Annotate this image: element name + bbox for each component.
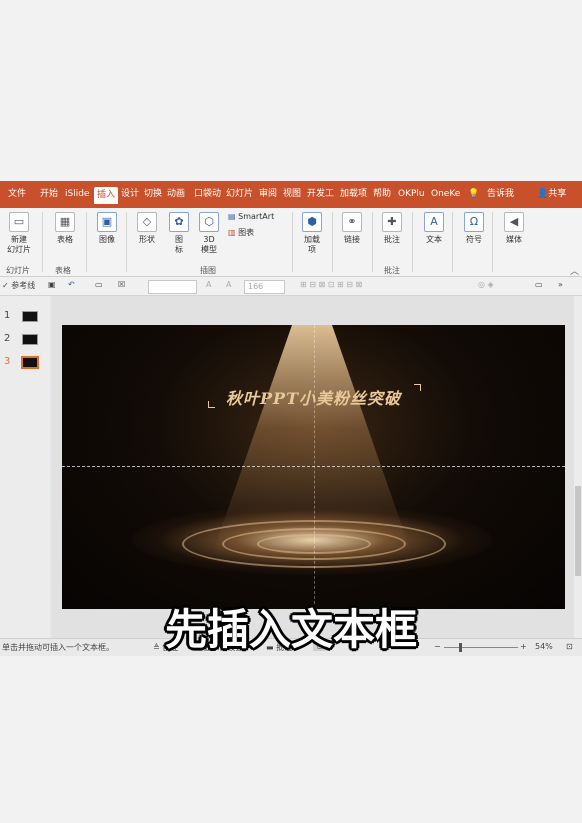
- align-icon[interactable]: ⊞ ⊟ ⊠ ⊡ ⊞ ⊟ ⊠: [300, 280, 362, 289]
- tab-onekey[interactable]: OneKe: [431, 186, 460, 203]
- smartart-icon: ▤: [228, 212, 236, 221]
- media-button[interactable]: ◀ 媒体: [500, 212, 528, 245]
- tab-slideshow[interactable]: 幻灯片: [226, 186, 253, 203]
- speaker-icon: ◀: [504, 212, 524, 232]
- thumbnail-image: [21, 356, 39, 369]
- slide-thumbnails: 1 2 3: [0, 296, 50, 642]
- share-button[interactable]: 👤共享: [537, 186, 566, 203]
- ribbon-insert: ▭ 新建 幻灯片 ▦ 表格 ▣ 图像 ◇ 形状 ✿ 图 标 ⬡ 3D 模型 ▤ …: [0, 208, 582, 277]
- tab-okplus[interactable]: OKPlu: [398, 186, 425, 203]
- icons-button[interactable]: ✿ 图 标: [166, 212, 192, 255]
- tab-islide[interactable]: iSlide: [65, 186, 89, 203]
- shapes-icon: ◇: [137, 212, 157, 232]
- link-icon: ⚭: [342, 212, 362, 232]
- ribbon-separator: [372, 212, 373, 272]
- comment-icon: ✚: [382, 212, 402, 232]
- tab-file[interactable]: 文件: [8, 186, 26, 203]
- tab-developer[interactable]: 开发工: [307, 186, 334, 203]
- person-icon: 👤: [537, 189, 549, 199]
- ribbon-separator: [86, 212, 87, 272]
- tab-insert[interactable]: 插入: [94, 187, 119, 204]
- ribbon-separator: [412, 212, 413, 272]
- tell-me-search[interactable]: 告诉我: [487, 186, 514, 203]
- vertical-guide[interactable]: [314, 325, 315, 609]
- tab-design[interactable]: 设计: [121, 186, 139, 203]
- addins-button[interactable]: ⬢ 加载 项: [298, 212, 326, 255]
- collapse-ribbon-icon[interactable]: ︿: [570, 264, 579, 277]
- powerpoint-window: 文件 开始 iSlide 插入 设计 切换 动画 口袋动 幻灯片 审阅 视图 开…: [0, 181, 582, 656]
- increase-font-icon[interactable]: A: [206, 280, 211, 289]
- new-slide-icon: ▭: [9, 212, 29, 232]
- shape-outline-icon[interactable]: ▭: [535, 280, 543, 289]
- group-label-comments: 批注: [384, 266, 400, 275]
- new-slide-button[interactable]: ▭ 新建 幻灯片: [4, 212, 34, 255]
- table-icon: ▦: [55, 212, 75, 232]
- quick-toolbar: ✓ 参考线 ▣ ↶ ▭ ☒ A A 166 ⊞ ⊟ ⊠ ⊡ ⊞ ⊟ ⊠ ◎ ◈ …: [0, 277, 582, 296]
- image-icon: ▣: [97, 212, 117, 232]
- thumbnail-image: [22, 311, 38, 322]
- save-icon[interactable]: ▣: [48, 280, 56, 289]
- symbols-button[interactable]: Ω 符号: [460, 212, 488, 245]
- menu-bar: 文件 开始 iSlide 插入 设计 切换 动画 口袋动 幻灯片 审阅 视图 开…: [0, 181, 582, 208]
- tab-review[interactable]: 审阅: [259, 186, 277, 203]
- format-icon[interactable]: ▭: [95, 280, 103, 289]
- ribbon-separator: [492, 212, 493, 272]
- clear-icon[interactable]: ☒: [118, 280, 125, 289]
- chart-icon: ▥: [228, 228, 236, 237]
- addins-icon: ⬢: [302, 212, 322, 232]
- smartart-button[interactable]: ▤ SmartArt: [228, 212, 288, 222]
- slide-canvas[interactable]: 秋叶PPT小美粉丝突破: [62, 325, 565, 609]
- icons-icon: ✿: [169, 212, 189, 232]
- link-button[interactable]: ⚭ 链接: [338, 212, 366, 245]
- 3d-model-button[interactable]: ⬡ 3D 模型: [196, 212, 222, 255]
- undo-icon[interactable]: ↶: [68, 280, 75, 289]
- ribbon-separator: [332, 212, 333, 272]
- text-icon: A: [424, 212, 444, 232]
- tab-pocket-animation[interactable]: 口袋动: [194, 186, 221, 203]
- text-button[interactable]: A 文本: [420, 212, 448, 245]
- tab-addins[interactable]: 加载项: [340, 186, 367, 203]
- arrange-icon[interactable]: ◎ ◈: [478, 280, 494, 289]
- slide-editor: 秋叶PPT小美粉丝突破: [52, 296, 574, 642]
- vertical-scrollbar[interactable]: [574, 296, 582, 642]
- slide-title[interactable]: 秋叶PPT小美粉丝突破: [62, 385, 565, 409]
- comment-button[interactable]: ✚ 批注: [378, 212, 406, 245]
- tab-view[interactable]: 视图: [283, 186, 301, 203]
- tab-home[interactable]: 开始: [40, 186, 58, 203]
- ribbon-separator: [452, 212, 453, 272]
- table-button[interactable]: ▦ 表格: [52, 212, 78, 245]
- lightbulb-icon: 💡: [468, 189, 480, 199]
- more-icon[interactable]: »: [558, 280, 563, 289]
- group-label-illustrations: 插图: [200, 266, 216, 275]
- guides-checkbox[interactable]: ✓ 参考线: [2, 280, 35, 291]
- tab-animations[interactable]: 动画: [167, 186, 185, 203]
- font-size-select[interactable]: 166: [244, 280, 285, 294]
- tab-help[interactable]: 帮助: [373, 186, 391, 203]
- decrease-font-icon[interactable]: A: [226, 280, 231, 289]
- image-button[interactable]: ▣ 图像: [94, 212, 120, 245]
- tab-transitions[interactable]: 切换: [144, 186, 162, 203]
- cube-icon: ⬡: [199, 212, 219, 232]
- font-name-select[interactable]: [148, 280, 197, 294]
- ribbon-separator: [292, 212, 293, 272]
- shapes-button[interactable]: ◇ 形状: [134, 212, 160, 245]
- group-label-tables: 表格: [55, 266, 71, 275]
- scrollbar-thumb[interactable]: [575, 486, 581, 576]
- group-label-slides: 幻灯片: [6, 266, 30, 275]
- chart-button[interactable]: ▥ 图表: [228, 228, 288, 238]
- ribbon-separator: [42, 212, 43, 272]
- thumbnail-image: [22, 334, 38, 345]
- omega-icon: Ω: [464, 212, 484, 232]
- video-caption: 先插入文本框: [164, 605, 417, 654]
- ribbon-separator: [126, 212, 127, 272]
